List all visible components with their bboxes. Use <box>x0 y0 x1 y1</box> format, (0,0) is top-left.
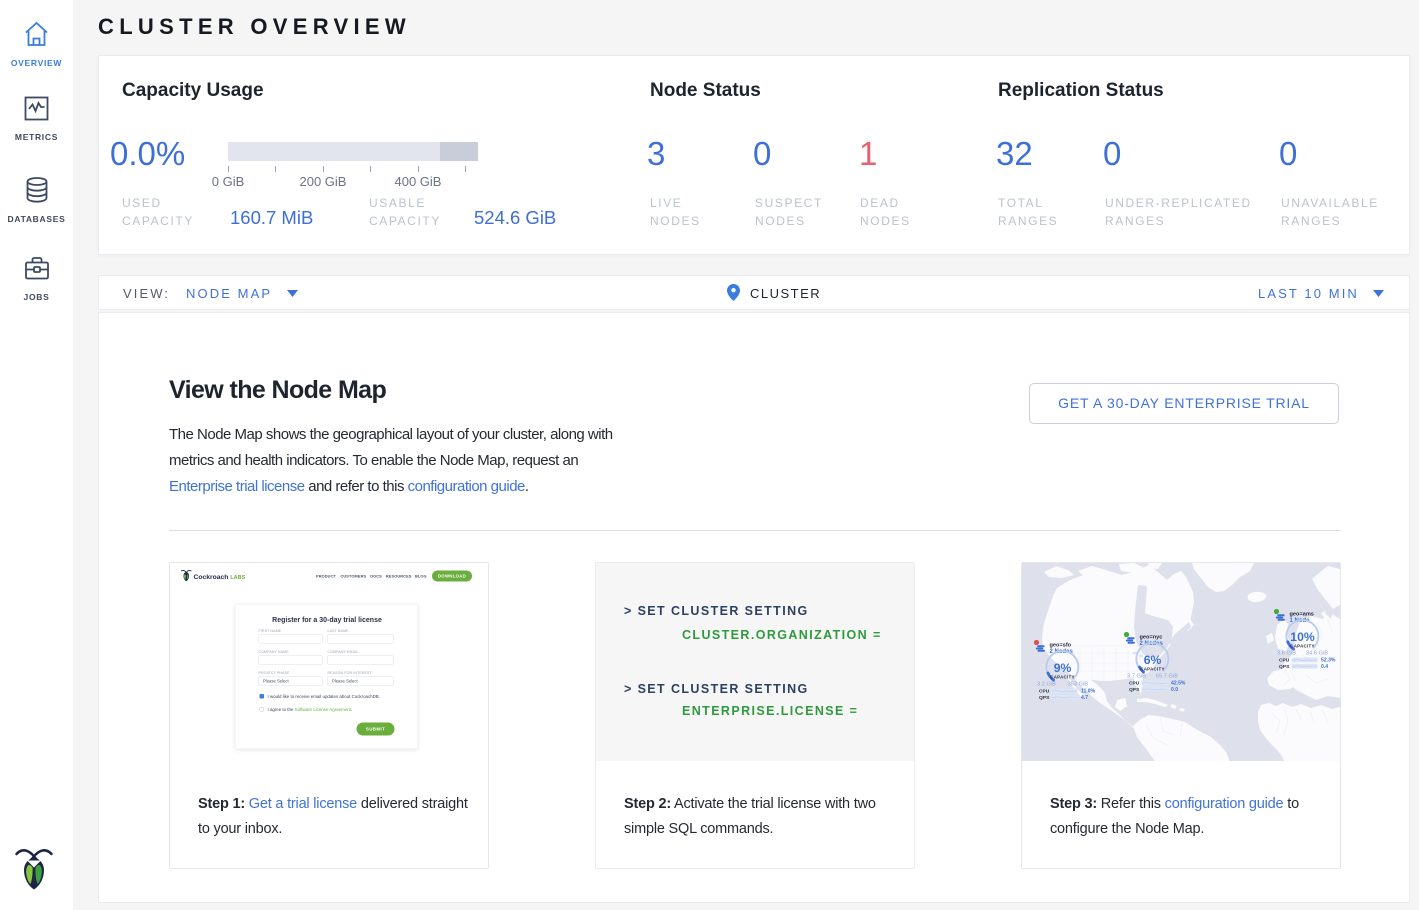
svg-text:65.7 GiB: 65.7 GiB <box>1156 674 1178 680</box>
svg-text:353 GiB: 353 GiB <box>1067 682 1088 688</box>
svg-text:3.7 GiB: 3.7 GiB <box>1127 674 1146 680</box>
svg-text:CAPACITY: CAPACITY <box>1290 643 1315 648</box>
svg-text:42.5%: 42.5% <box>1171 681 1186 687</box>
svg-text:geo=sfo: geo=sfo <box>1050 643 1072 649</box>
svg-text:6%: 6% <box>1144 653 1162 667</box>
svg-text:geo=ams: geo=ams <box>1290 612 1314 618</box>
svg-text:34.6 GiB: 34.6 GiB <box>1306 651 1328 657</box>
svg-text:geo=nyc: geo=nyc <box>1140 635 1163 641</box>
svg-text:0.4: 0.4 <box>1321 664 1328 670</box>
svg-text:QPS: QPS <box>1129 687 1140 693</box>
svg-text:QPS: QPS <box>1279 664 1290 670</box>
svg-text:3.6 GiB: 3.6 GiB <box>1277 651 1296 657</box>
svg-text:CPU: CPU <box>1129 681 1140 687</box>
svg-text:52.3%: 52.3% <box>1321 658 1336 664</box>
svg-text:CAPACITY: CAPACITY <box>1140 666 1165 671</box>
svg-text:4.7: 4.7 <box>1081 695 1088 701</box>
svg-text:0.0: 0.0 <box>1171 687 1178 693</box>
svg-text:CAPACITY: CAPACITY <box>1050 674 1075 679</box>
svg-text:3.2 GiB: 3.2 GiB <box>1037 682 1056 688</box>
svg-text:9%: 9% <box>1054 661 1072 675</box>
svg-text:10%: 10% <box>1290 630 1315 644</box>
svg-text:CPU: CPU <box>1279 658 1290 664</box>
svg-text:CPU: CPU <box>1039 689 1050 695</box>
svg-text:11.0%: 11.0% <box>1081 689 1096 695</box>
svg-text:QPS: QPS <box>1039 695 1050 701</box>
